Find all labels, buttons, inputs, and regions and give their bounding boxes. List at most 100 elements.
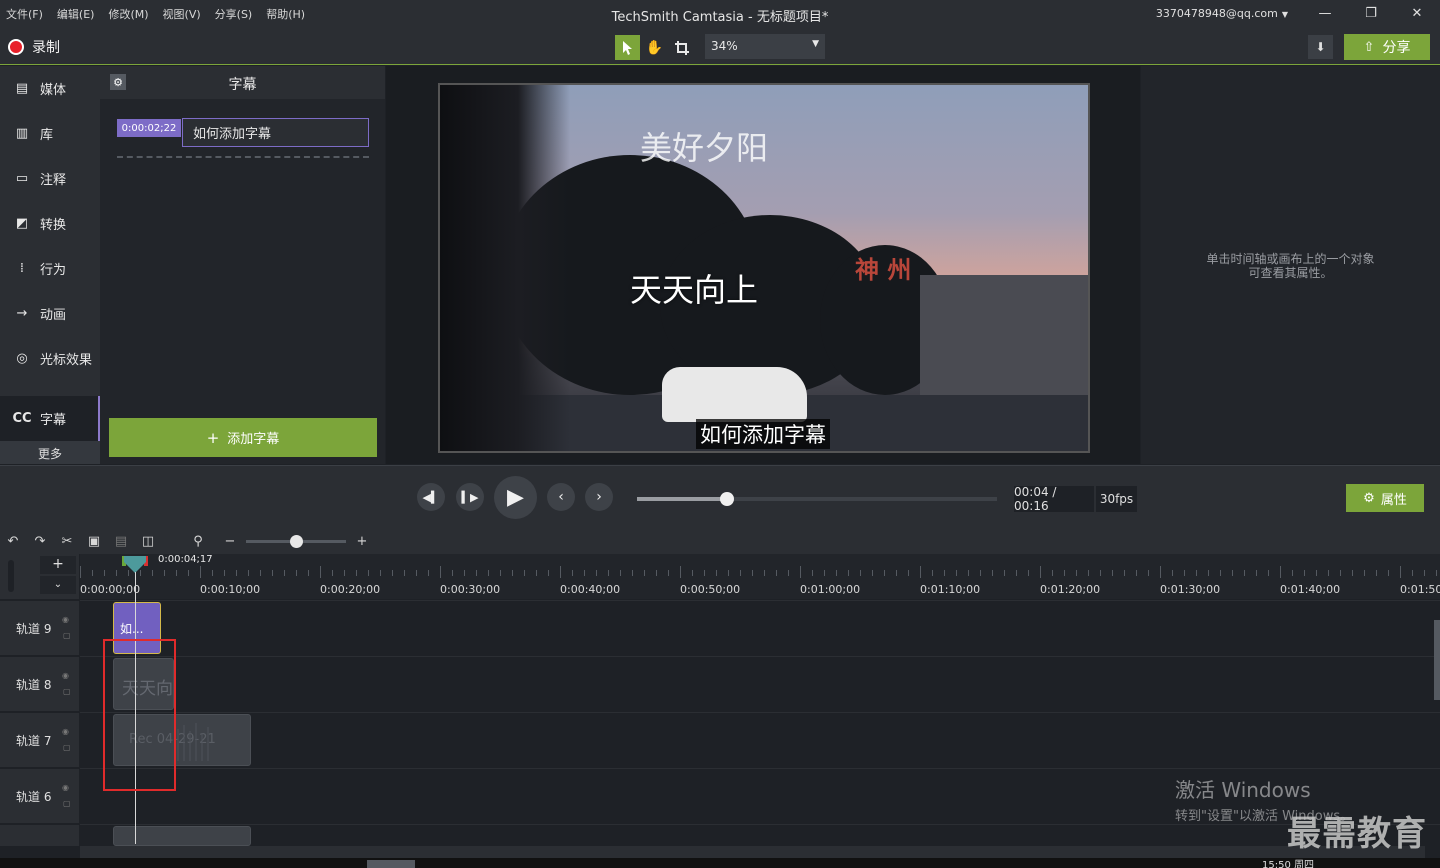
ruler-tick: [1100, 570, 1101, 576]
eye-icon[interactable]: ◉: [62, 783, 69, 792]
video-text-overlay-2[interactable]: 天天向上: [630, 265, 758, 311]
ruler-tick: [992, 570, 993, 576]
ruler-tick: [704, 570, 705, 576]
track-row-9[interactable]: [80, 600, 1440, 655]
horizontal-scrollbar[interactable]: [80, 846, 1425, 858]
playhead-handle[interactable]: [122, 556, 148, 573]
menu-edit[interactable]: 编辑(E): [57, 6, 95, 22]
scrub-slider[interactable]: [637, 492, 997, 506]
prev-frame-button[interactable]: ‹: [547, 483, 575, 511]
properties-button[interactable]: ⚙ 属性: [1346, 484, 1424, 512]
zoom-handle[interactable]: [290, 535, 303, 548]
track-row-8[interactable]: [80, 656, 1440, 711]
minimize-button[interactable]: —: [1302, 0, 1348, 27]
video-canvas[interactable]: 神 州 美好夕阳 天天向上 如何添加字幕: [438, 83, 1090, 453]
sidebar-item-annotations[interactable]: ▭ 注释: [0, 156, 100, 201]
ruler-tick: [104, 570, 105, 576]
sidebar-item-library[interactable]: ▥ 库: [0, 111, 100, 156]
timeline-ruler[interactable]: 0:00:00;00 0:00:10;00 0:00:20;00 0:00:30;00…: [80, 554, 1440, 599]
copy-button[interactable]: ▣: [85, 532, 103, 550]
video-text-overlay-1[interactable]: 美好夕阳: [640, 123, 768, 169]
ruler-label: 0:01:40;00: [1280, 583, 1341, 596]
paste-button[interactable]: ▤: [112, 532, 130, 550]
eye-icon[interactable]: ◉: [62, 671, 69, 680]
track-header-7[interactable]: 轨道 7 ◉ ▢: [0, 712, 79, 767]
menu-file[interactable]: 文件(F): [6, 6, 43, 22]
caption-timestamp[interactable]: 0:00:02;22: [117, 119, 181, 137]
track-header-8[interactable]: 轨道 8 ◉ ▢: [0, 656, 79, 711]
lock-icon[interactable]: ▢: [63, 687, 71, 696]
gear-icon: ⚙: [1363, 490, 1375, 506]
next-frame-button[interactable]: ›: [585, 483, 613, 511]
record-button[interactable]: 录制: [8, 37, 60, 57]
lock-icon[interactable]: ▢: [63, 743, 71, 752]
eye-icon[interactable]: ◉: [62, 727, 69, 736]
ruler-tick: [1088, 570, 1089, 576]
ruler-tick: [500, 570, 501, 576]
sidebar-item-label: 光标效果: [40, 353, 93, 368]
track-header-5[interactable]: [0, 824, 79, 846]
add-caption-button[interactable]: + 添加字幕: [109, 418, 377, 457]
vertical-scrollbar[interactable]: [1434, 620, 1440, 700]
menu-view[interactable]: 视图(V): [163, 6, 201, 22]
download-button[interactable]: ⬇: [1308, 35, 1333, 59]
step-back-icon: ◀▍: [422, 490, 440, 504]
share-button[interactable]: ⇧ 分享: [1344, 34, 1430, 60]
sidebar-item-cursor-effects[interactable]: ◎ 光标效果: [0, 336, 100, 381]
sidebar-item-media[interactable]: ▤ 媒体: [0, 66, 100, 111]
zoom-in-button[interactable]: +: [353, 532, 371, 550]
undo-button[interactable]: ↶: [4, 532, 22, 550]
ruler-tick: [440, 566, 441, 578]
sidebar-more-button[interactable]: 更多: [0, 441, 100, 464]
building: [920, 275, 1088, 415]
play-button[interactable]: ▶: [494, 476, 537, 519]
track-row-5[interactable]: [80, 824, 1440, 846]
menu-share[interactable]: 分享(S): [215, 6, 253, 22]
track-name: 轨道 6: [16, 790, 52, 804]
close-button[interactable]: ✕: [1394, 0, 1440, 27]
sidebar-item-animations[interactable]: → 动画: [0, 291, 100, 336]
pan-tool-button[interactable]: ✋: [642, 35, 667, 60]
crop-tool-button[interactable]: [669, 35, 694, 60]
lock-icon[interactable]: ▢: [63, 631, 71, 640]
collapse-tracks-button[interactable]: ⌄: [40, 576, 76, 594]
ruler-tick: [596, 570, 597, 576]
ruler-tick: [1184, 570, 1185, 576]
step-forward-button[interactable]: ▍▶: [456, 483, 484, 511]
timeline-zoom-slider[interactable]: [246, 535, 346, 548]
video-caption-overlay[interactable]: 如何添加字幕: [696, 419, 830, 449]
track-height-slider[interactable]: [8, 560, 14, 592]
cut-button[interactable]: ✂: [58, 532, 76, 550]
record-label: 录制: [32, 40, 60, 56]
eye-icon[interactable]: ◉: [62, 615, 69, 624]
scrub-handle[interactable]: [720, 492, 734, 506]
redo-button[interactable]: ↷: [31, 532, 49, 550]
caption-text-field[interactable]: 如何添加字幕: [182, 118, 369, 147]
ruler-tick: [272, 570, 273, 576]
track-header-6[interactable]: 轨道 6 ◉ ▢: [0, 768, 79, 823]
cursor-effect-icon: ◎: [16, 351, 28, 366]
taskbar-item[interactable]: [367, 860, 415, 868]
select-tool-button[interactable]: [615, 35, 640, 60]
restore-button[interactable]: ❐: [1348, 0, 1394, 27]
zoom-out-button[interactable]: −: [221, 532, 239, 550]
sidebar-item-captions[interactable]: CC 字幕: [0, 396, 100, 441]
lock-icon[interactable]: ▢: [63, 799, 71, 808]
sidebar-item-transitions[interactable]: ◩ 转换: [0, 201, 100, 246]
ruler-tick: [536, 570, 537, 576]
ruler-label: 0:01:20;00: [1040, 583, 1101, 596]
clip[interactable]: [113, 826, 251, 846]
split-button[interactable]: ◫: [139, 532, 157, 550]
sidebar-item-behaviors[interactable]: ⁞ 行为: [0, 246, 100, 291]
add-track-button[interactable]: +: [40, 556, 76, 574]
track-row-7[interactable]: [80, 712, 1440, 767]
menu-help[interactable]: 帮助(H): [266, 6, 305, 22]
account-menu[interactable]: 3370478948@qq.com ▼: [1156, 7, 1288, 20]
zoom-select[interactable]: 34% ▼: [705, 34, 825, 59]
ruler-tick: [812, 570, 813, 576]
step-back-button[interactable]: ◀▍: [417, 483, 445, 511]
menu-modify[interactable]: 修改(M): [108, 6, 148, 22]
building-sign: 神 州: [855, 256, 912, 284]
zoom-fit-button[interactable]: ⚲: [189, 532, 207, 550]
track-header-9[interactable]: 轨道 9 ◉ ▢: [0, 600, 79, 655]
